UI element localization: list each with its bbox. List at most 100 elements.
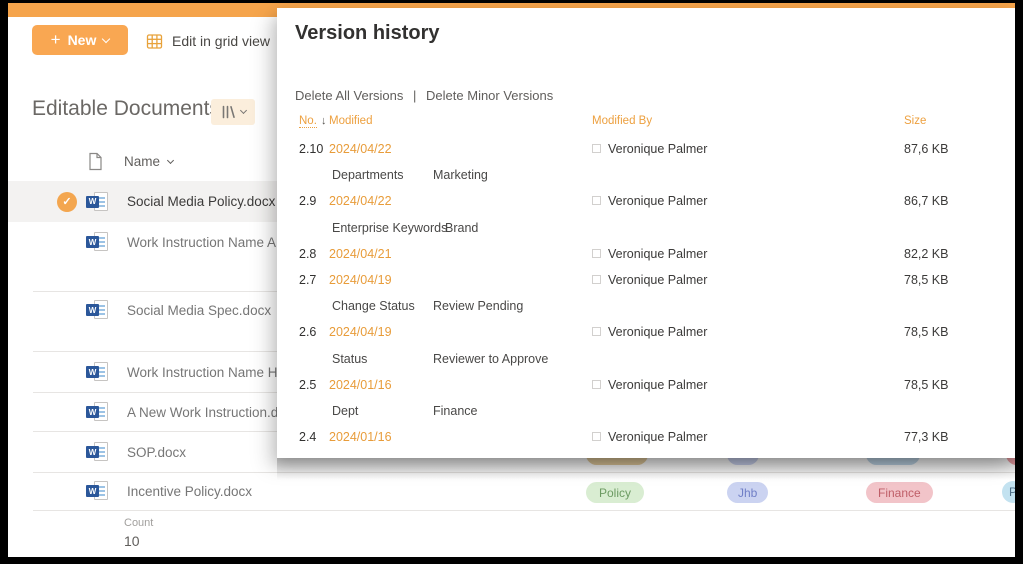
version-table-body: 2.10 2024/04/22 Veronique Palmer 87,6 KB… <box>277 136 1015 450</box>
changed-field-value: Review Pending <box>433 299 523 313</box>
size-column-header: Size <box>904 115 926 127</box>
presence-checkbox[interactable] <box>592 327 601 336</box>
version-table-header: No. ↓ Modified Modified By Size <box>277 115 1015 131</box>
document-name[interactable]: Work Instruction Name H <box>127 365 278 380</box>
plus-icon: + <box>51 31 61 48</box>
version-size: 78,5 KB <box>904 273 948 287</box>
modified-date-link[interactable]: 2024/01/16 <box>329 378 392 392</box>
no-column-header[interactable]: No. <box>299 115 317 128</box>
version-detail-row: Departments Marketing <box>277 162 1015 188</box>
document-name[interactable]: A New Work Instruction.d <box>127 405 278 420</box>
version-size: 86,7 KB <box>904 194 948 208</box>
grid-icon <box>146 33 163 50</box>
word-docx-icon: W <box>86 402 109 422</box>
new-button[interactable]: + New <box>32 25 128 55</box>
version-detail-row: Dept Finance <box>277 398 1015 424</box>
changed-field-name: Enterprise Keywords <box>332 221 447 235</box>
version-size: 87,6 KB <box>904 142 948 156</box>
modified-date-link[interactable]: 2024/04/21 <box>329 247 392 261</box>
modified-by-cell: Veronique Palmer <box>592 378 707 392</box>
modified-date-link[interactable]: 2024/04/19 <box>329 273 392 287</box>
presence-checkbox[interactable] <box>592 249 601 258</box>
version-number: 2.5 <box>299 378 316 392</box>
screenshot-frame <box>0 0 8 564</box>
sort-descending-icon: ↓ <box>321 115 327 127</box>
screenshot-frame <box>1015 0 1023 564</box>
person-name: Veronique Palmer <box>608 378 707 392</box>
name-column-header[interactable]: Name <box>124 154 173 169</box>
presence-checkbox[interactable] <box>592 144 601 153</box>
version-history-dialog: Version history Delete All Versions | De… <box>277 8 1015 458</box>
version-row: 2.5 2024/01/16 Veronique Palmer 78,5 KB <box>277 372 1015 398</box>
edit-in-grid-view-button[interactable]: Edit in grid view <box>146 29 270 53</box>
sharepoint-library-screen: + New Edit in grid view Editable Documen… <box>0 0 1023 564</box>
version-number: 2.10 <box>299 142 323 156</box>
person-name: Veronique Palmer <box>608 430 707 444</box>
modified-date-link[interactable]: 2024/04/22 <box>329 142 392 156</box>
actions-divider: | <box>413 88 416 103</box>
version-row: 2.10 2024/04/22 Veronique Palmer 87,6 KB <box>277 136 1015 162</box>
modified-by-cell: Veronique Palmer <box>592 325 707 339</box>
document-name[interactable]: Social Media Policy.docx <box>127 194 275 209</box>
version-detail-row: Status Reviewer to Approve <box>277 346 1015 372</box>
person-name: Veronique Palmer <box>608 273 707 287</box>
view-selector[interactable] <box>211 99 255 125</box>
chevron-down-icon <box>102 34 110 42</box>
delete-minor-versions-link[interactable]: Delete Minor Versions <box>426 88 553 103</box>
version-size: 78,5 KB <box>904 325 948 339</box>
presence-checkbox[interactable] <box>592 432 601 441</box>
changed-field-name: Dept <box>332 404 358 418</box>
dialog-title: Version history <box>295 22 440 45</box>
changed-field-value: Reviewer to Approve <box>433 352 548 366</box>
word-docx-icon: W <box>86 232 109 252</box>
version-detail-row: Change Status Review Pending <box>277 293 1015 319</box>
changed-field-value: Marketing <box>433 168 488 182</box>
version-size: 78,5 KB <box>904 378 948 392</box>
tag-pill-jhb: Jhb <box>727 482 768 503</box>
version-size: 77,3 KB <box>904 430 948 444</box>
modified-by-cell: Veronique Palmer <box>592 142 707 156</box>
version-number: 2.9 <box>299 194 316 208</box>
presence-checkbox[interactable] <box>592 275 601 284</box>
changed-field-value: Brand <box>445 221 478 235</box>
modified-by-column-header: Modified By <box>592 115 652 127</box>
selected-check-icon[interactable]: ✓ <box>57 192 77 212</box>
version-row: 2.6 2024/04/19 Veronique Palmer 78,5 KB <box>277 319 1015 345</box>
modified-column-header: Modified <box>329 115 372 127</box>
modified-by-cell: Veronique Palmer <box>592 430 707 444</box>
person-name: Veronique Palmer <box>608 247 707 261</box>
screenshot-frame <box>0 0 1023 3</box>
document-name[interactable]: Incentive Policy.docx <box>127 484 252 499</box>
word-docx-icon: W <box>86 481 109 501</box>
tag-pill-finance: Finance <box>866 482 933 503</box>
delete-all-versions-link[interactable]: Delete All Versions <box>295 88 403 103</box>
person-name: Veronique Palmer <box>608 325 707 339</box>
word-docx-icon: W <box>86 192 109 212</box>
modified-date-link[interactable]: 2024/01/16 <box>329 430 392 444</box>
version-size: 82,2 KB <box>904 247 948 261</box>
version-detail-row: Enterprise Keywords Brand <box>277 215 1015 241</box>
dialog-shadow <box>277 458 1015 480</box>
count-value: 10 <box>124 533 140 549</box>
screenshot-frame <box>0 557 1023 564</box>
person-name: Veronique Palmer <box>608 194 707 208</box>
page-title: Editable Documents <box>32 97 220 121</box>
edit-in-grid-view-label: Edit in grid view <box>172 33 270 49</box>
person-name: Veronique Palmer <box>608 142 707 156</box>
modified-date-link[interactable]: 2024/04/22 <box>329 194 392 208</box>
modified-date-link[interactable]: 2024/04/19 <box>329 325 392 339</box>
presence-checkbox[interactable] <box>592 196 601 205</box>
presence-checkbox[interactable] <box>592 380 601 389</box>
document-name[interactable]: Work Instruction Name A <box>127 235 276 250</box>
version-number: 2.6 <box>299 325 316 339</box>
tag-pill-policy: Policy <box>586 482 644 503</box>
version-row: 2.9 2024/04/22 Veronique Palmer 86,7 KB <box>277 188 1015 214</box>
document-name[interactable]: Social Media Spec.docx <box>127 303 271 318</box>
modified-by-cell: Veronique Palmer <box>592 194 707 208</box>
dialog-actions: Delete All Versions | Delete Minor Versi… <box>295 88 553 103</box>
name-column-label: Name <box>124 154 160 169</box>
list-view-icon <box>221 105 236 119</box>
document-name[interactable]: SOP.docx <box>127 445 186 460</box>
word-docx-icon: W <box>86 362 109 382</box>
chevron-down-icon <box>167 157 174 164</box>
